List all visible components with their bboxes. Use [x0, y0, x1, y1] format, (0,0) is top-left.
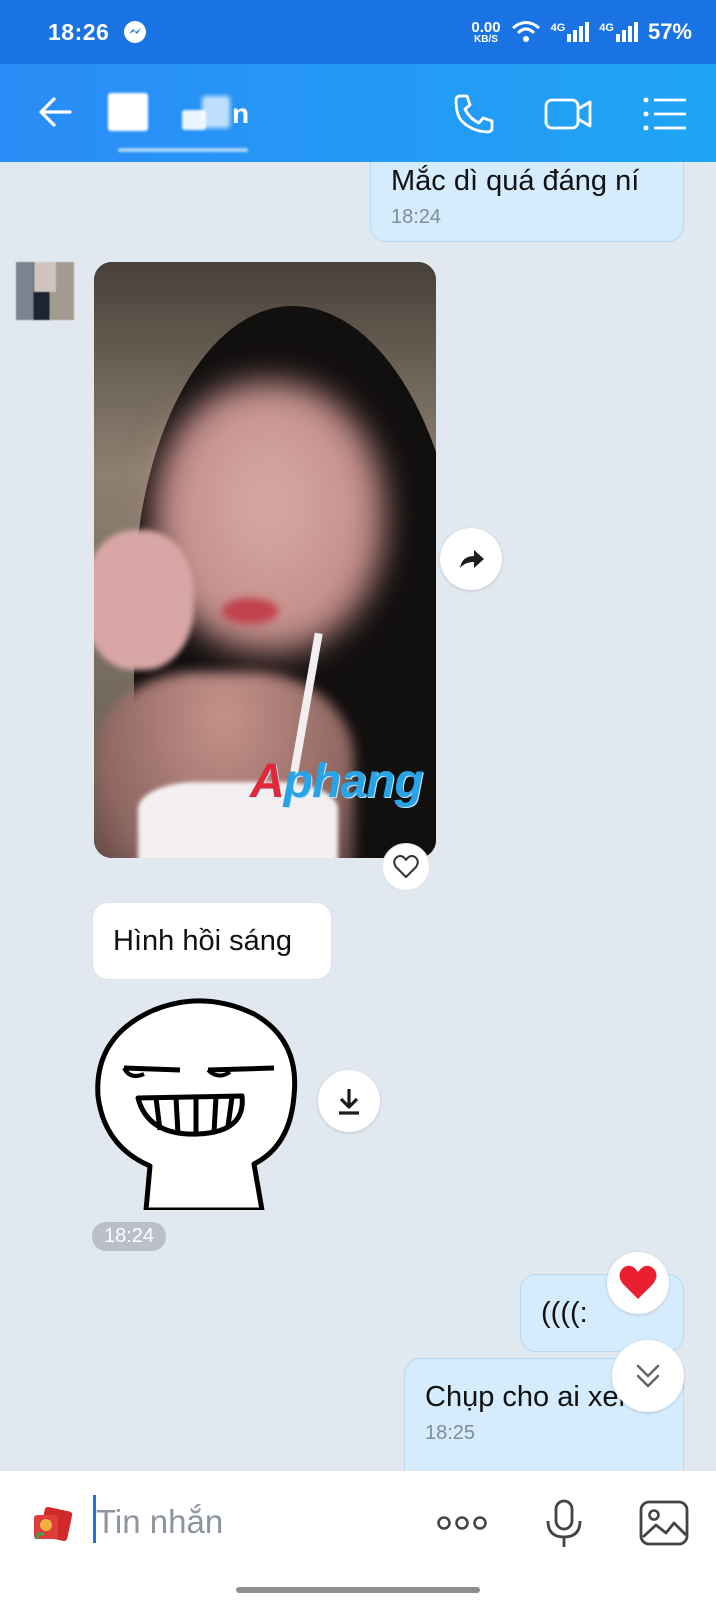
red-envelope-gift-icon[interactable] — [30, 1501, 74, 1545]
time-divider: 18:24 — [92, 1222, 167, 1251]
watermark-logo: Aphang — [250, 755, 424, 808]
share-arrow-icon — [460, 550, 484, 568]
scroll-to-bottom-button[interactable] — [612, 1340, 684, 1412]
net-speed: 0.00 KB/S — [471, 18, 501, 45]
menu-list-icon[interactable] — [640, 88, 692, 140]
message-list[interactable]: Mắc dì quá đáng ní 18:24 Aphang Hình hồi… — [0, 162, 716, 1470]
signal-1-icon: 4G — [551, 22, 590, 42]
status-time: 18:26 — [48, 18, 110, 45]
message-time: 18:25 — [425, 1422, 476, 1445]
contact-name[interactable]: n — [108, 88, 288, 152]
video-camera-icon[interactable] — [543, 88, 595, 140]
back-arrow-icon[interactable] — [34, 90, 78, 134]
battery-level: 57% — [647, 19, 692, 44]
double-chevron-down-icon — [636, 1364, 660, 1388]
message-incoming[interactable]: Hình hồi sáng — [92, 902, 332, 980]
wifi-icon — [511, 21, 540, 42]
microphone-icon[interactable] — [536, 1495, 592, 1551]
heart-red-icon — [619, 1265, 657, 1299]
message-outgoing[interactable]: Mắc dì quá đáng ní 18:24 — [370, 162, 684, 242]
avatar[interactable] — [16, 262, 74, 320]
message-time: 18:24 — [391, 206, 442, 229]
chat-header: n — [0, 64, 716, 162]
message-input[interactable]: Tin nhắn — [96, 1503, 223, 1541]
image-gallery-icon[interactable] — [636, 1495, 692, 1551]
messenger-notification-icon — [124, 21, 147, 43]
signal-2-icon: 4G — [599, 22, 638, 42]
share-button[interactable] — [440, 528, 502, 590]
sticker-grinning-face[interactable] — [94, 996, 304, 1210]
more-options-icon[interactable] — [434, 1495, 490, 1551]
reaction-heart[interactable] — [607, 1252, 669, 1314]
composer-bar: Tin nhắn — [0, 1470, 716, 1600]
download-icon — [339, 1089, 359, 1115]
download-button[interactable] — [318, 1070, 380, 1132]
react-heart-button[interactable] — [382, 843, 430, 891]
phone-icon[interactable] — [448, 88, 500, 140]
status-bar: 18:26 0.00 KB/S 4G 4G 57% — [0, 0, 716, 64]
heart-outline-icon — [393, 855, 419, 878]
home-indicator[interactable] — [236, 1587, 480, 1593]
